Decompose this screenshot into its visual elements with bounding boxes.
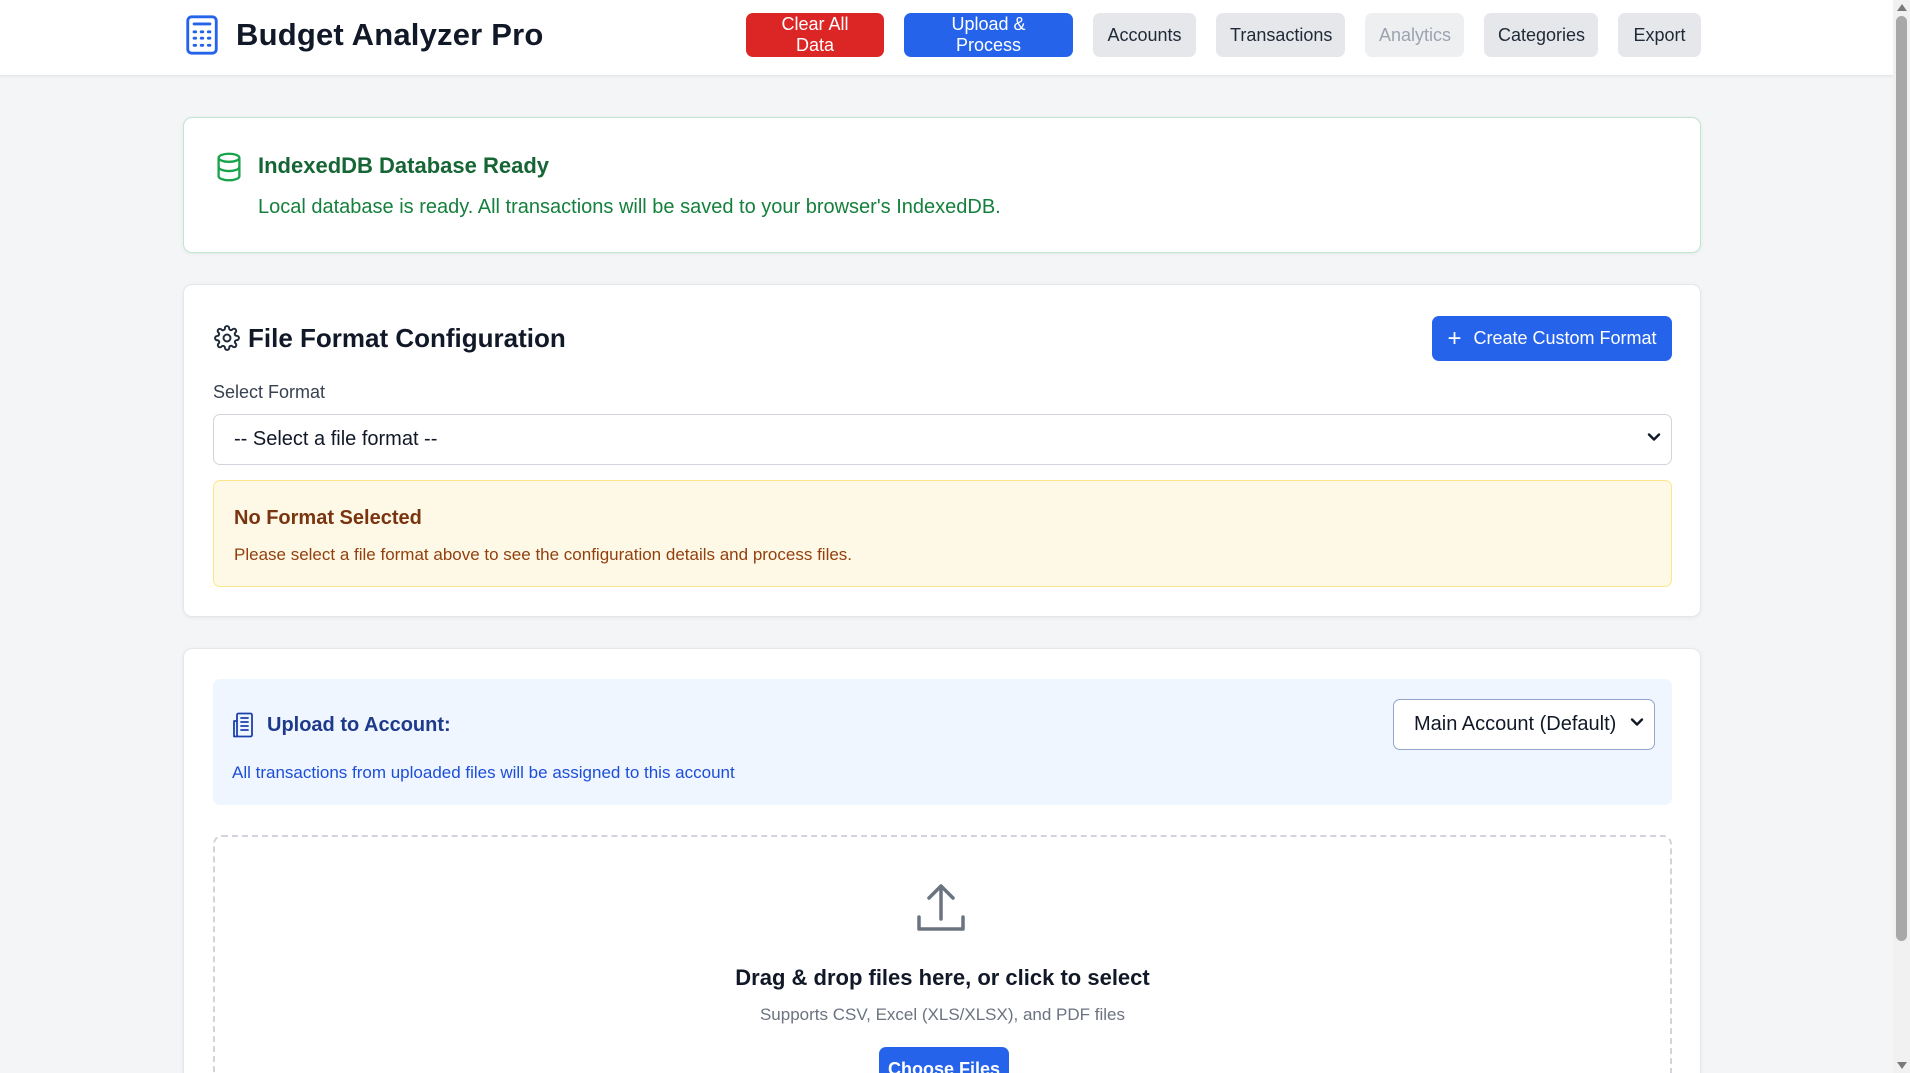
page-scrollbar[interactable] <box>1893 0 1910 1073</box>
analytics-tab[interactable]: Analytics <box>1365 13 1464 57</box>
upload-account-description: All transactions from uploaded files wil… <box>232 763 735 782</box>
categories-tab[interactable]: Categories <box>1484 13 1598 57</box>
file-format-title: File Format Configuration <box>248 323 566 353</box>
upload-icon <box>917 884 965 931</box>
upload-card: Upload to Account: All transactions from… <box>183 648 1701 1073</box>
db-status-card: IndexedDB Database Ready Local database … <box>183 117 1701 253</box>
calculator-icon <box>186 15 218 55</box>
file-drop-zone[interactable]: Drag & drop files here, or click to sele… <box>213 835 1672 1073</box>
file-format-card: File Format Configuration + Create Custo… <box>183 284 1701 617</box>
database-icon <box>217 152 241 182</box>
account-select-value: Main Account (Default) <box>1414 713 1617 735</box>
upload-account-label: Upload to Account: <box>267 714 451 736</box>
scrollbar-thumb[interactable] <box>1896 16 1907 941</box>
select-format-label: Select Format <box>213 382 326 402</box>
file-format-select[interactable]: -- Select a file format -- <box>213 414 1672 465</box>
gear-icon <box>214 325 240 351</box>
scroll-down-arrow-icon[interactable] <box>1897 1062 1907 1069</box>
accounts-tab[interactable]: Accounts <box>1093 13 1196 57</box>
chevron-down-icon <box>1647 433 1661 441</box>
export-tab[interactable]: Export <box>1618 13 1701 57</box>
chevron-down-icon <box>1630 718 1644 726</box>
warning-title: No Format Selected <box>234 507 422 529</box>
brand[interactable]: Budget Analyzer Pro <box>183 14 544 56</box>
top-header: Budget Analyzer Pro Clear All Data Uploa… <box>0 0 1893 76</box>
main-nav: Clear All Data Upload & Process Accounts… <box>746 13 1701 57</box>
db-status-title: IndexedDB Database Ready <box>258 153 549 178</box>
clear-all-data-button[interactable]: Clear All Data <box>746 13 884 57</box>
app-title: Budget Analyzer Pro <box>236 17 544 52</box>
upload-account-panel: Upload to Account: All transactions from… <box>213 679 1672 805</box>
building-icon <box>233 712 253 738</box>
transactions-tab[interactable]: Transactions <box>1216 13 1345 57</box>
create-custom-format-label: Create Custom Format <box>1473 328 1657 348</box>
account-select[interactable]: Main Account (Default) <box>1393 699 1655 750</box>
plus-icon: + <box>1447 324 1462 352</box>
upload-process-tab[interactable]: Upload & Process <box>904 13 1073 57</box>
db-status-message: Local database is ready. All transaction… <box>258 196 1001 218</box>
drop-zone-title: Drag & drop files here, or click to sele… <box>735 965 1150 990</box>
no-format-warning: No Format Selected Please select a file … <box>213 480 1672 587</box>
create-custom-format-button[interactable]: + Create Custom Format <box>1432 316 1672 361</box>
file-format-select-value: -- Select a file format -- <box>234 428 438 450</box>
choose-files-button[interactable]: Choose Files <box>879 1047 1009 1073</box>
scroll-up-arrow-icon[interactable] <box>1897 4 1907 11</box>
warning-text: Please select a file format above to see… <box>234 545 853 564</box>
drop-zone-subtitle: Supports CSV, Excel (XLS/XLSX), and PDF … <box>759 1005 1126 1024</box>
